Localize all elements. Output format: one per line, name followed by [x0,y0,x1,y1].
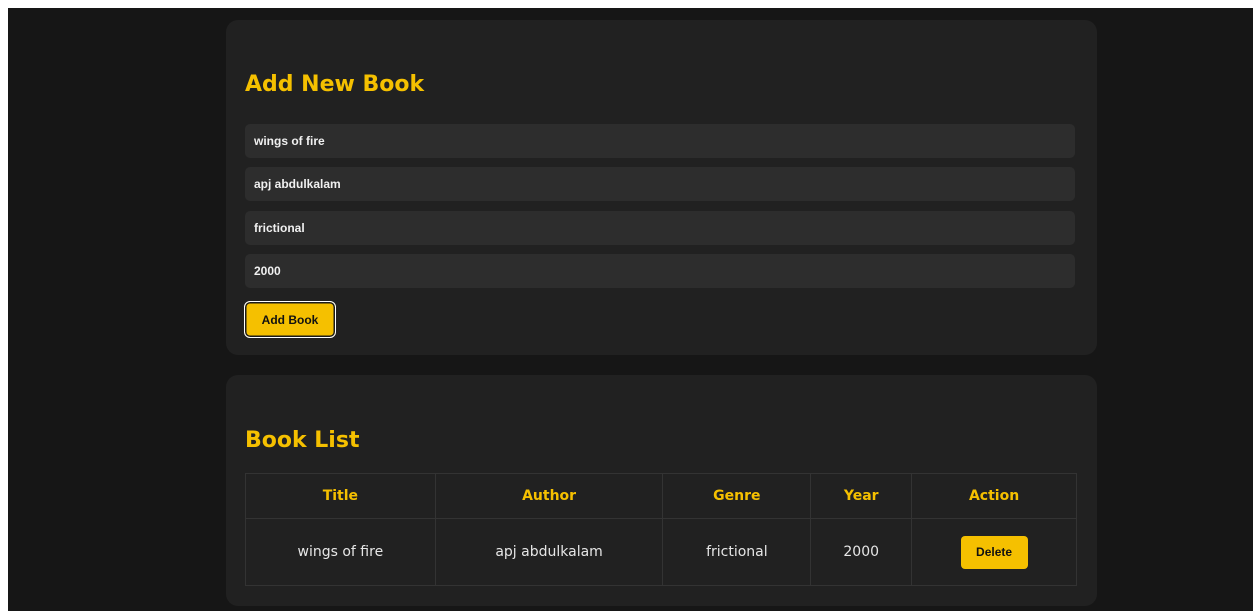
cell-title: wings of fire [245,518,436,586]
book-list-card: Book List Title Author Genre Year Action… [226,375,1097,606]
add-book-card: Add New Book Add Book [226,20,1097,355]
year-input[interactable] [245,254,1075,288]
table-header-row: Title Author Genre Year Action [245,473,1077,519]
author-input[interactable] [245,167,1075,201]
column-header-genre: Genre [662,473,812,519]
book-list-heading: Book List [245,428,360,453]
column-header-author: Author [434,473,664,519]
column-header-action: Action [911,473,1077,519]
window-left-edge [0,8,8,611]
add-book-heading: Add New Book [245,72,425,97]
column-header-title: Title [245,473,436,519]
add-book-button[interactable]: Add Book [244,301,336,338]
cell-year: 2000 [810,518,913,586]
table-row: wings of fire apj abdulkalam frictional … [245,518,1077,586]
genre-input[interactable] [245,211,1075,245]
window-top-edge [0,0,1253,8]
cell-genre: frictional [662,518,812,586]
column-header-year: Year [810,473,913,519]
book-table: Title Author Genre Year Action wings of … [245,473,1077,586]
cell-action: Delete [911,518,1077,586]
cell-author: apj abdulkalam [434,518,664,586]
title-input[interactable] [245,124,1075,158]
delete-button[interactable]: Delete [960,535,1028,569]
